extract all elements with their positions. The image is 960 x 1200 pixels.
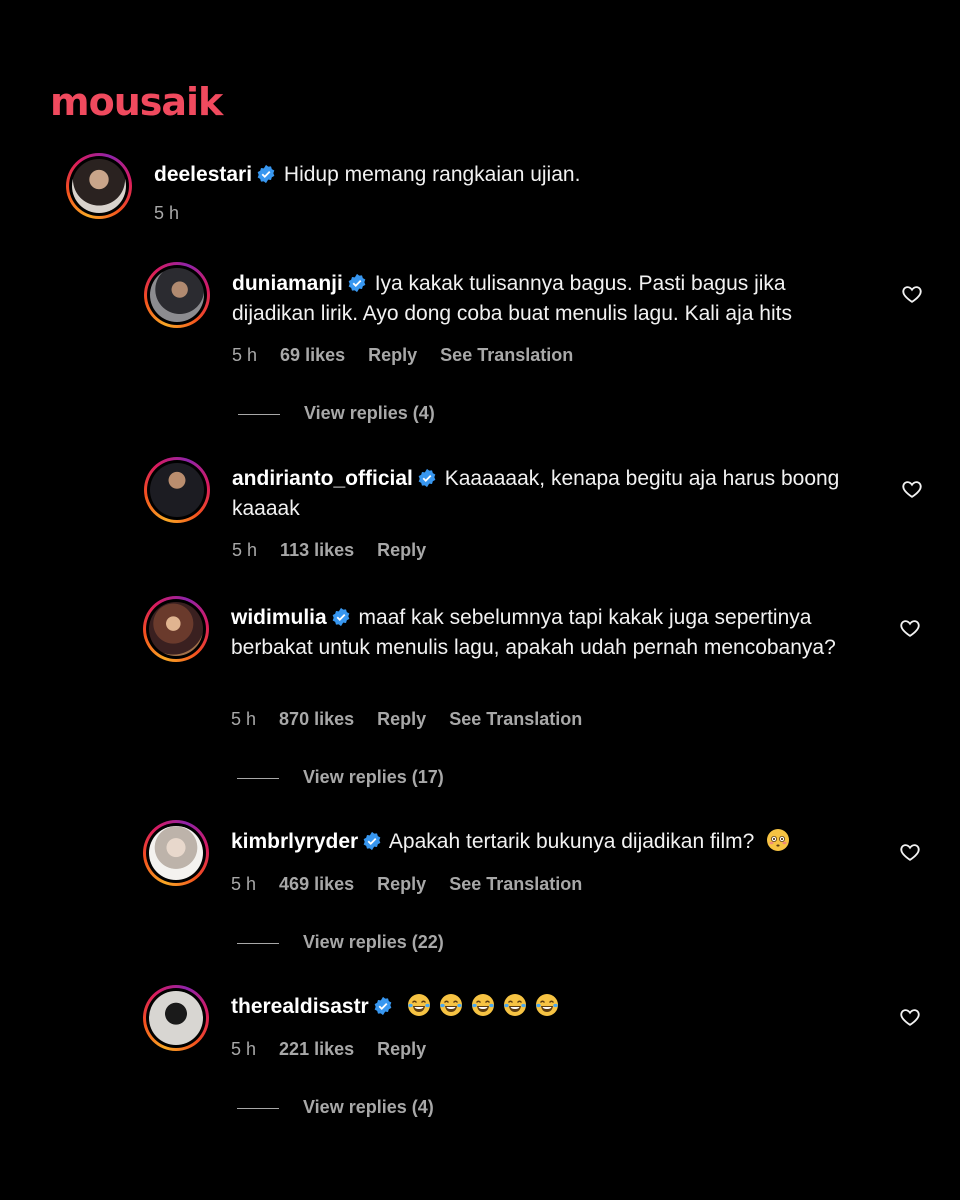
comment-meta: 5 h 221 likes Reply <box>231 1039 444 1060</box>
avatar[interactable] <box>144 457 210 523</box>
heart-icon[interactable] <box>901 478 923 500</box>
comment-meta: 5 h <box>154 203 197 224</box>
comment-text: Apakah tertarik bukunya dijadikan film? <box>388 830 755 853</box>
comment-username[interactable]: andirianto_official <box>232 467 413 490</box>
comment-time: 5 h <box>231 709 257 729</box>
comment-emojis <box>407 994 567 1018</box>
avatar[interactable] <box>143 985 209 1051</box>
likes-count[interactable]: 113 likes <box>280 540 354 560</box>
verified-badge-icon <box>348 273 366 293</box>
divider-line <box>237 942 279 944</box>
tears-of-joy-icon <box>407 994 430 1016</box>
flushed-face-icon <box>767 829 790 851</box>
verified-badge-icon <box>332 607 350 627</box>
likes-count[interactable]: 221 likes <box>279 1039 354 1059</box>
divider-line <box>237 1107 279 1109</box>
reply-button[interactable]: Reply <box>377 709 426 729</box>
heart-icon[interactable] <box>899 617 921 639</box>
view-replies-label: View replies (4) <box>304 403 435 423</box>
see-translation-button[interactable]: See Translation <box>449 874 582 894</box>
reply-button[interactable]: Reply <box>377 1039 426 1059</box>
view-replies-button[interactable]: View replies (17) <box>237 767 444 788</box>
reply-button[interactable]: Reply <box>377 874 426 894</box>
view-replies-button[interactable]: View replies (4) <box>237 1097 434 1118</box>
comment-text: Hidup memang rangkaian ujian. <box>283 163 581 186</box>
comment-meta: 5 h 469 likes Reply See Translation <box>231 874 600 895</box>
view-replies-label: View replies (4) <box>303 1097 434 1117</box>
avatar[interactable] <box>143 820 209 886</box>
comment-username[interactable]: kimbrlyryder <box>231 830 358 853</box>
comment-meta: 5 h 870 likes Reply See Translation <box>231 709 600 730</box>
heart-icon[interactable] <box>899 841 921 863</box>
tears-of-joy-icon <box>535 994 558 1016</box>
likes-count[interactable]: 870 likes <box>279 709 354 729</box>
verified-badge-icon <box>363 831 381 851</box>
tears-of-joy-icon <box>503 994 526 1016</box>
heart-icon[interactable] <box>899 1006 921 1028</box>
verified-badge-icon <box>374 996 392 1016</box>
avatar[interactable] <box>66 153 132 219</box>
avatar[interactable] <box>143 596 209 662</box>
divider-line <box>238 413 280 415</box>
see-translation-button[interactable]: See Translation <box>449 709 582 729</box>
view-replies-button[interactable]: View replies (22) <box>237 932 444 953</box>
comment-time: 5 h <box>232 540 258 560</box>
reply-button[interactable]: Reply <box>368 345 417 365</box>
comment-username[interactable]: widimulia <box>231 606 327 629</box>
reply-button[interactable]: Reply <box>377 540 426 560</box>
view-replies-label: View replies (22) <box>303 932 444 952</box>
likes-count[interactable]: 69 likes <box>280 345 345 365</box>
verified-badge-icon <box>257 164 275 184</box>
tears-of-joy-icon <box>471 994 494 1016</box>
tears-of-joy-icon <box>439 994 462 1016</box>
brand-logo: mousaik <box>50 80 223 124</box>
likes-count[interactable]: 469 likes <box>279 874 354 894</box>
heart-icon[interactable] <box>901 283 923 305</box>
comment-username[interactable]: deelestari <box>154 163 252 186</box>
divider-line <box>237 777 279 779</box>
comment-username[interactable]: duniamanji <box>232 272 343 295</box>
comment-meta: 5 h 69 likes Reply See Translation <box>232 345 591 366</box>
view-replies-label: View replies (17) <box>303 767 444 787</box>
see-translation-button[interactable]: See Translation <box>440 345 573 365</box>
avatar[interactable] <box>144 262 210 328</box>
comment-time: 5 h <box>231 874 257 894</box>
comment-username[interactable]: therealdisastr <box>231 995 369 1018</box>
comment-time: 5 h <box>232 345 258 365</box>
view-replies-button[interactable]: View replies (4) <box>238 403 435 424</box>
comment-time: 5 h <box>154 203 180 223</box>
comment-time: 5 h <box>231 1039 257 1059</box>
comment-meta: 5 h 113 likes Reply <box>232 540 444 561</box>
verified-badge-icon <box>418 468 436 488</box>
